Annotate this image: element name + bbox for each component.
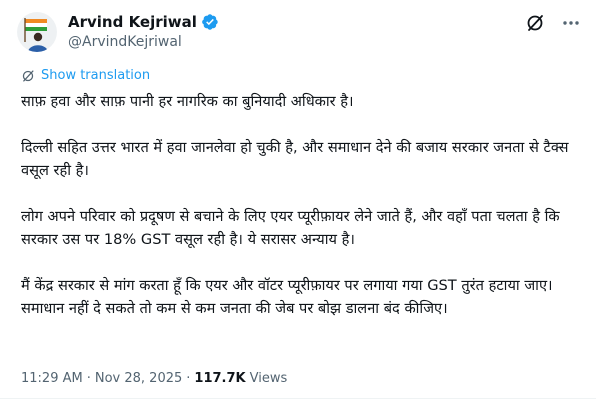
author-display-name[interactable]: Arvind Kejriwal xyxy=(68,13,197,31)
avatar[interactable] xyxy=(17,12,57,52)
tweet-paragraph: साफ़ हवा और साफ़ पानी हर नागरिक का बुनिय… xyxy=(21,93,354,110)
verified-badge-icon xyxy=(201,13,219,31)
tweet-top-actions xyxy=(524,12,582,34)
author-handle[interactable]: @ArvindKejriwal xyxy=(68,33,182,51)
divider xyxy=(0,398,596,399)
views-count[interactable]: 117.7K xyxy=(194,371,245,386)
tweet-paragraph: दिल्ली सहित उत्तर भारत में हवा जानलेवा ह… xyxy=(21,139,569,179)
tweet-text: साफ़ हवा और साफ़ पानी हर नागरिक का बुनिय… xyxy=(21,90,585,343)
avatar-image xyxy=(17,12,57,52)
tweet-meta: 11:29 AM · Nov 28, 2025 · 117.7K Views xyxy=(21,371,287,386)
views-label: Views xyxy=(249,371,288,386)
more-horizontal-icon xyxy=(563,21,579,25)
meta-separator: · xyxy=(186,371,191,386)
show-translation-link[interactable]: Show translation xyxy=(21,68,150,83)
tweet: Arvind Kejriwal @ArvindKejriwal Show tra… xyxy=(0,0,596,401)
meta-separator: · xyxy=(86,371,91,386)
grok-button[interactable] xyxy=(524,12,546,34)
slash-circle-icon xyxy=(527,15,543,31)
more-options-button[interactable] xyxy=(560,12,582,34)
tweet-time[interactable]: 11:29 AM xyxy=(21,371,83,386)
show-translation-label: Show translation xyxy=(41,68,151,83)
tweet-paragraph: मैं केंद्र सरकार से मांग करता हूँ कि एयर… xyxy=(21,277,553,317)
tweet-paragraph: लोग अपने परिवार को प्रदूषण से बचाने के ल… xyxy=(21,208,560,248)
tweet-date[interactable]: Nov 28, 2025 xyxy=(95,371,182,386)
translate-globe-icon xyxy=(22,69,34,82)
author-name-row: Arvind Kejriwal xyxy=(68,13,219,31)
